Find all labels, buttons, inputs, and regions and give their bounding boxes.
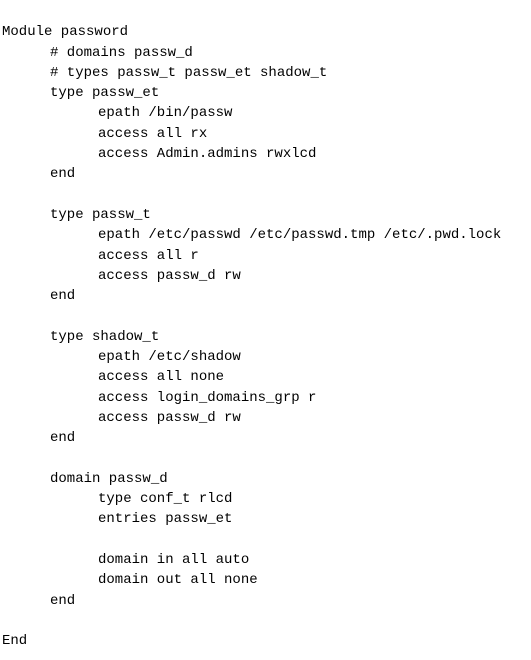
code-line: domain in all auto	[2, 550, 531, 570]
code-line	[2, 530, 531, 550]
code-line: epath /etc/passwd /etc/passwd.tmp /etc/.…	[2, 225, 531, 245]
code-line: access login_domains_grp r	[2, 388, 531, 408]
code-line: type shadow_t	[2, 327, 531, 347]
code-line: end	[2, 591, 531, 611]
code-line: type passw_t	[2, 205, 531, 225]
code-line: end	[2, 164, 531, 184]
code-line: epath /bin/passw	[2, 103, 531, 123]
code-line: domain passw_d	[2, 469, 531, 489]
code-line: access passw_d rw	[2, 266, 531, 286]
code-line: type passw_et	[2, 83, 531, 103]
code-line: access all none	[2, 367, 531, 387]
code-line: access all r	[2, 246, 531, 266]
code-line: domain out all none	[2, 570, 531, 590]
code-line	[2, 611, 531, 631]
code-line: access all rx	[2, 124, 531, 144]
code-line	[2, 185, 531, 205]
code-line: access passw_d rw	[2, 408, 531, 428]
code-line: epath /etc/shadow	[2, 347, 531, 367]
code-listing: Module password# domains passw_d# types …	[0, 0, 531, 652]
code-line: entries passw_et	[2, 509, 531, 529]
code-line: End	[2, 631, 531, 651]
code-line: end	[2, 428, 531, 448]
code-line: Module password	[2, 22, 531, 42]
code-line	[2, 306, 531, 326]
code-line: access Admin.admins rwxlcd	[2, 144, 531, 164]
code-line: # types passw_t passw_et shadow_t	[2, 63, 531, 83]
code-line: # domains passw_d	[2, 43, 531, 63]
code-line	[2, 449, 531, 469]
code-line: end	[2, 286, 531, 306]
code-line: type conf_t rlcd	[2, 489, 531, 509]
